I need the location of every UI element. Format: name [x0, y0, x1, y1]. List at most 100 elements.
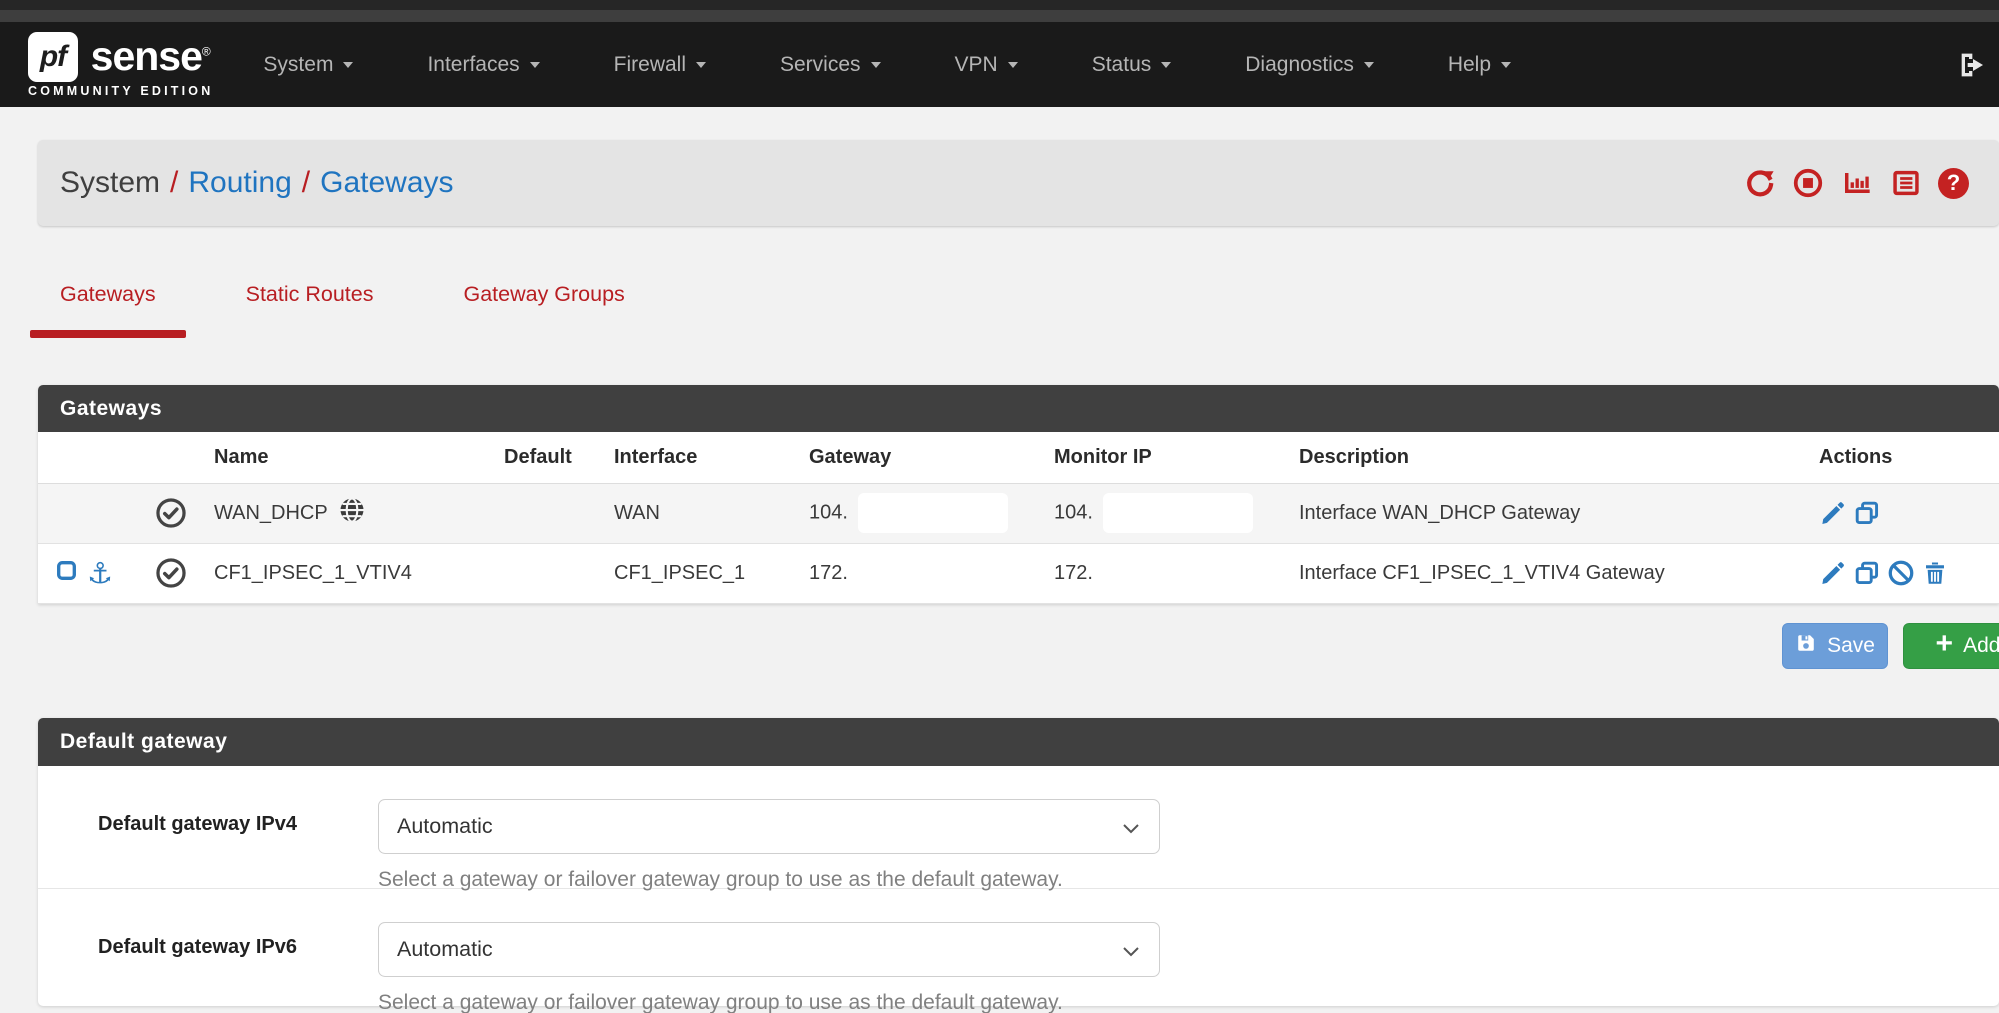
- tab-static-routes[interactable]: Static Routes: [216, 268, 404, 338]
- edit-icon[interactable]: [1819, 499, 1847, 527]
- chevron-down-icon: [1501, 62, 1511, 68]
- gateway-name-cell: WAN_DHCP: [198, 483, 488, 543]
- chevron-down-icon: [696, 62, 706, 68]
- monitor-ip-cell: 104.: [1038, 483, 1283, 543]
- chevron-down-icon: [530, 62, 540, 68]
- stop-circle-icon[interactable]: [1792, 167, 1824, 199]
- menu-interfaces[interactable]: Interfaces: [427, 53, 539, 77]
- breadcrumb-separator: /: [302, 166, 310, 200]
- menu-firewall[interactable]: Firewall: [614, 53, 706, 77]
- menu-vpn[interactable]: VPN: [955, 53, 1018, 77]
- menu-status[interactable]: Status: [1092, 53, 1172, 77]
- logo-pf-text: pf: [40, 40, 66, 74]
- table-header-row: Name Default Interface Gateway Monitor I…: [38, 432, 1999, 483]
- plus-icon: +: [1936, 629, 1954, 659]
- gateway-ip-cell: 172.: [793, 543, 1038, 603]
- interface-cell: CF1_IPSEC_1: [598, 543, 793, 603]
- breadcrumb-gateways-link[interactable]: Gateways: [320, 166, 453, 200]
- pfsense-logo-tile: pf: [28, 32, 78, 82]
- default-gateway-ipv6-row: Default gateway IPv6 Automatic Select a …: [38, 889, 1999, 1006]
- breadcrumb: System / Routing / Gateways: [38, 140, 1999, 226]
- save-icon: [1795, 632, 1817, 660]
- default-gateway-ipv4-select[interactable]: Automatic: [378, 799, 1160, 854]
- chevron-down-icon: [871, 62, 881, 68]
- logo-edition-text: COMMUNITY EDITION: [28, 84, 213, 98]
- menu-system[interactable]: System: [263, 53, 353, 77]
- row-left-icons-cell: ⚓: [38, 543, 138, 603]
- table-row-cf1-ipsec: ⚓ CF1_IPSEC_1_VTIV4 CF1_IPSEC_1: [38, 543, 1999, 603]
- pfsense-gateways-page: pf sense® COMMUNITY EDITION System Inter…: [0, 0, 1999, 1013]
- disable-icon[interactable]: [1887, 559, 1915, 587]
- interface-cell: WAN: [598, 483, 793, 543]
- default-gateway-ipv6-help: Select a gateway or failover gateway gro…: [378, 991, 1160, 1013]
- chevron-down-icon: [1161, 62, 1171, 68]
- gateways-table: Name Default Interface Gateway Monitor I…: [38, 432, 1999, 604]
- col-default: Default: [488, 432, 598, 483]
- gateways-panel-title: Gateways: [38, 385, 1999, 432]
- save-button[interactable]: Save: [1782, 623, 1888, 669]
- default-gateway-ipv4-row: Default gateway IPv4 Automatic Select a …: [38, 766, 1999, 889]
- anchor-icon: ⚓: [87, 559, 113, 588]
- edit-icon[interactable]: [1819, 559, 1847, 587]
- redacted-value: [858, 493, 1008, 533]
- breadcrumb-separator: /: [170, 166, 178, 200]
- add-button[interactable]: + Add: [1903, 623, 1999, 669]
- copy-icon[interactable]: [1853, 499, 1881, 527]
- description-cell: Interface CF1_IPSEC_1_VTIV4 Gateway: [1283, 543, 1803, 603]
- tab-gateway-groups[interactable]: Gateway Groups: [433, 268, 654, 338]
- chevron-down-icon: [343, 62, 353, 68]
- actions-cell: [1803, 483, 1999, 543]
- main-menu: System Interfaces Firewall Services VPN …: [263, 53, 1511, 77]
- registered-mark: ®: [202, 44, 210, 58]
- default-gateway-ipv4-label: Default gateway IPv4: [98, 799, 363, 836]
- bar-chart-icon[interactable]: [1840, 167, 1874, 199]
- col-actions: Actions: [1803, 432, 1999, 483]
- gateway-name: WAN_DHCP: [214, 502, 328, 525]
- gateway-ip-cell: 104.: [793, 483, 1038, 543]
- sign-out-icon[interactable]: [1957, 49, 1989, 81]
- log-icon[interactable]: [1890, 167, 1922, 199]
- check-circle-icon: [154, 556, 198, 590]
- table-row-wan-dhcp: WAN_DHCP WAN 104.: [38, 483, 1999, 543]
- top-navbar: pf sense® COMMUNITY EDITION System Inter…: [0, 22, 1999, 107]
- redacted-value: [1103, 493, 1253, 533]
- breadcrumb-actions: ?: [1744, 167, 1969, 199]
- col-row-icons: [38, 432, 138, 483]
- description-cell: Interface WAN_DHCP Gateway: [1283, 483, 1803, 543]
- breadcrumb-system: System: [60, 166, 160, 200]
- square-outline-icon: [54, 558, 79, 589]
- routing-tabs: Gateways Static Routes Gateway Groups: [30, 268, 1999, 338]
- breadcrumb-routing-link[interactable]: Routing: [188, 166, 291, 200]
- menu-services[interactable]: Services: [780, 53, 881, 77]
- actions-cell: [1803, 543, 1999, 603]
- globe-icon: [337, 495, 367, 531]
- check-circle-icon: [154, 496, 198, 530]
- table-actions-row: Save + Add: [0, 623, 1999, 669]
- row-status-cell: [138, 483, 198, 543]
- col-description: Description: [1283, 432, 1803, 483]
- col-interface: Interface: [598, 432, 793, 483]
- default-cell: [488, 483, 598, 543]
- tab-gateways[interactable]: Gateways: [30, 268, 186, 338]
- gateways-panel: Gateways Name Default Interface Gateway …: [38, 385, 1999, 604]
- window-top-strip: [0, 0, 1999, 10]
- logo-sense-text: sense®: [91, 36, 214, 77]
- col-name: Name: [198, 432, 488, 483]
- monitor-ip-cell: 172.: [1038, 543, 1283, 603]
- help-icon[interactable]: ?: [1938, 168, 1969, 199]
- default-cell: [488, 543, 598, 603]
- pfsense-logo[interactable]: pf sense® COMMUNITY EDITION: [28, 32, 213, 98]
- menu-diagnostics[interactable]: Diagnostics: [1245, 53, 1374, 77]
- col-gateway: Gateway: [793, 432, 1038, 483]
- chevron-down-icon: [1008, 62, 1018, 68]
- window-title-strip: [0, 10, 1999, 22]
- default-gateway-ipv6-select[interactable]: Automatic: [378, 922, 1160, 977]
- col-monitor-ip: Monitor IP: [1038, 432, 1283, 483]
- row-left-icons-cell: [38, 483, 138, 543]
- menu-help[interactable]: Help: [1448, 53, 1511, 77]
- copy-icon[interactable]: [1853, 559, 1881, 587]
- refresh-icon[interactable]: [1744, 167, 1776, 199]
- delete-icon[interactable]: [1921, 559, 1949, 587]
- default-gateway-panel-title: Default gateway: [38, 718, 1999, 766]
- default-gateway-ipv6-label: Default gateway IPv6: [98, 922, 363, 959]
